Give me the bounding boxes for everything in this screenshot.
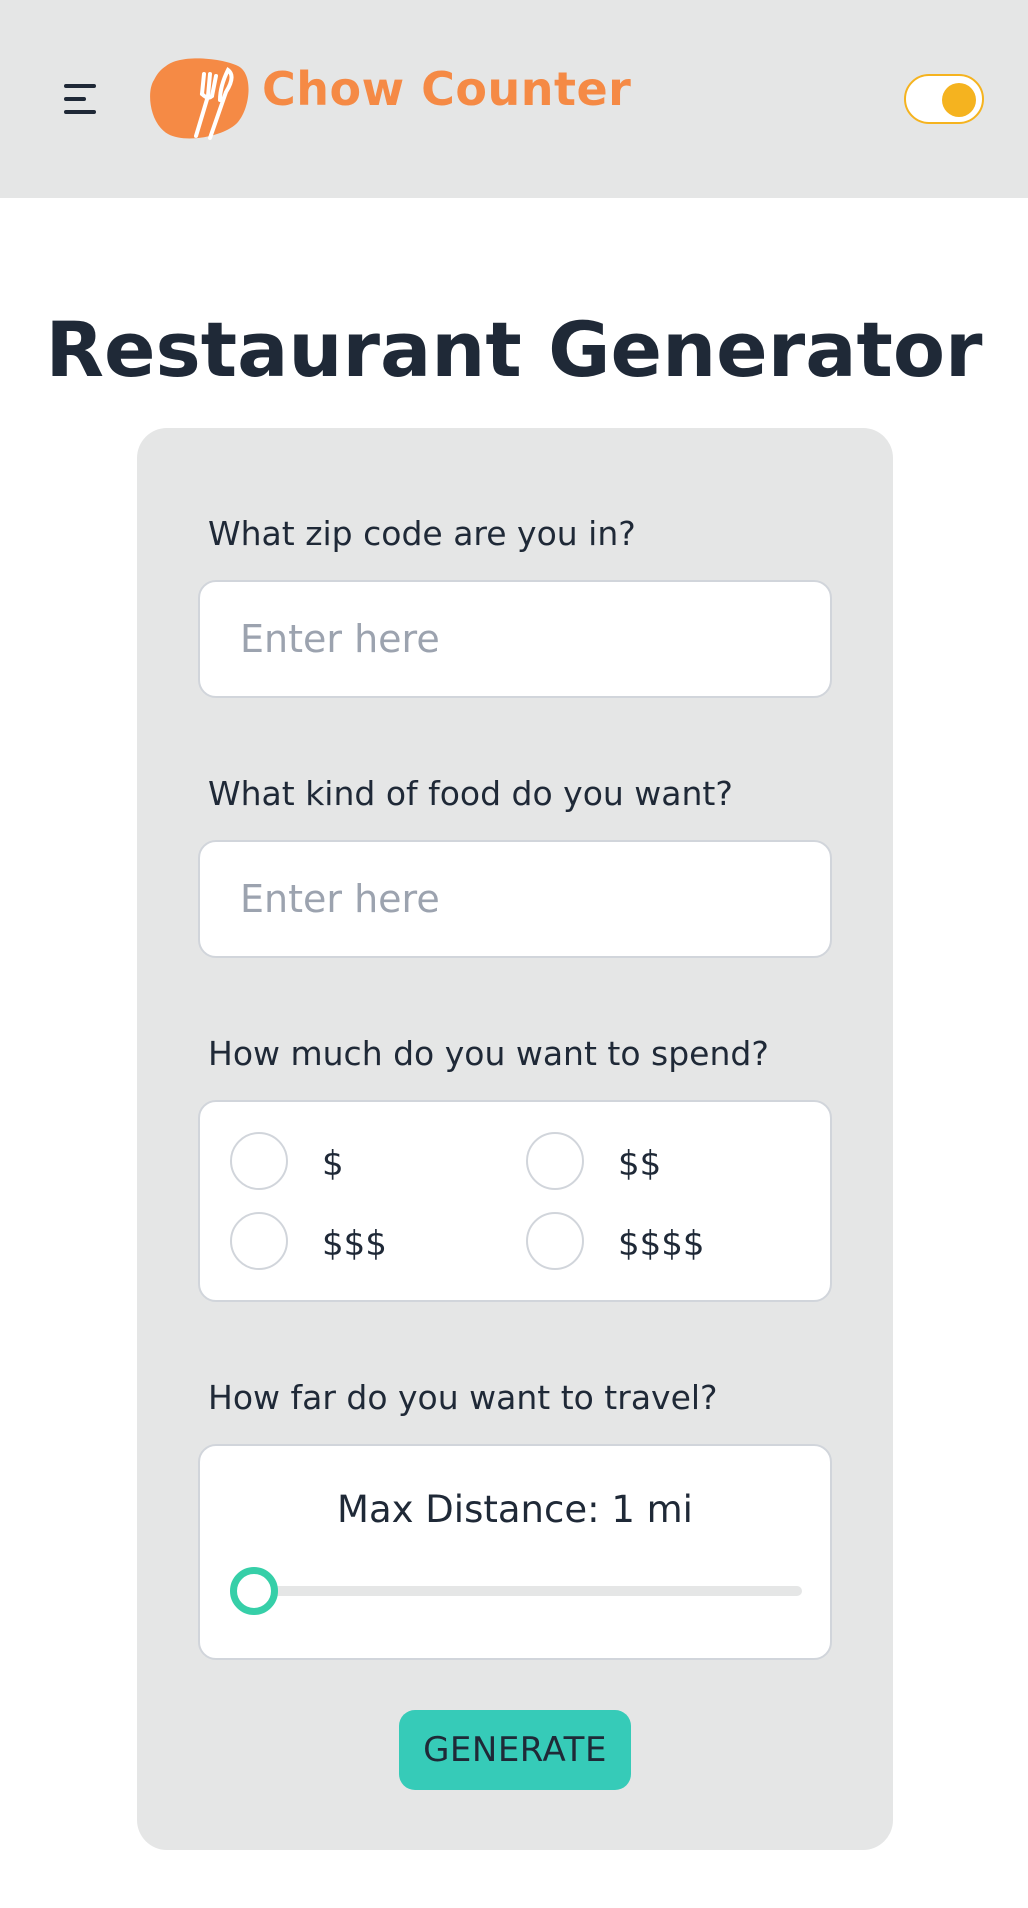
price-option-label: $ <box>322 1144 344 1184</box>
app-title[interactable]: Chow Counter <box>262 62 631 116</box>
zip-label: What zip code are you in? <box>208 514 636 553</box>
price-options: $ $$ $$$ $$$$ <box>198 1100 832 1302</box>
price-radio-1[interactable] <box>230 1132 288 1190</box>
theme-toggle[interactable] <box>904 74 984 124</box>
fork-knife-logo-icon[interactable] <box>146 56 252 142</box>
navbar: Chow Counter <box>0 0 1028 198</box>
distance-slider-thumb[interactable] <box>230 1567 278 1615</box>
food-input[interactable] <box>198 840 832 958</box>
zip-input[interactable] <box>198 580 832 698</box>
distance-label: How far do you want to travel? <box>208 1378 718 1417</box>
price-option-label: $$$ <box>322 1224 387 1264</box>
page-title: Restaurant Generator <box>45 305 983 394</box>
price-radio-3[interactable] <box>230 1212 288 1270</box>
price-radio-2[interactable] <box>526 1132 584 1190</box>
distance-box: Max Distance: 1 mi <box>198 1444 832 1660</box>
price-option-label: $$ <box>618 1144 662 1184</box>
distance-slider-track[interactable] <box>230 1586 802 1596</box>
price-radio-4[interactable] <box>526 1212 584 1270</box>
generate-button[interactable]: GENERATE <box>399 1710 631 1790</box>
price-label: How much do you want to spend? <box>208 1034 769 1073</box>
price-option-label: $$$$ <box>618 1224 705 1264</box>
food-label: What kind of food do you want? <box>208 774 733 813</box>
toggle-knob <box>942 83 976 117</box>
max-distance-readout: Max Distance: 1 mi <box>337 1488 693 1531</box>
hamburger-menu-icon[interactable] <box>58 78 108 120</box>
